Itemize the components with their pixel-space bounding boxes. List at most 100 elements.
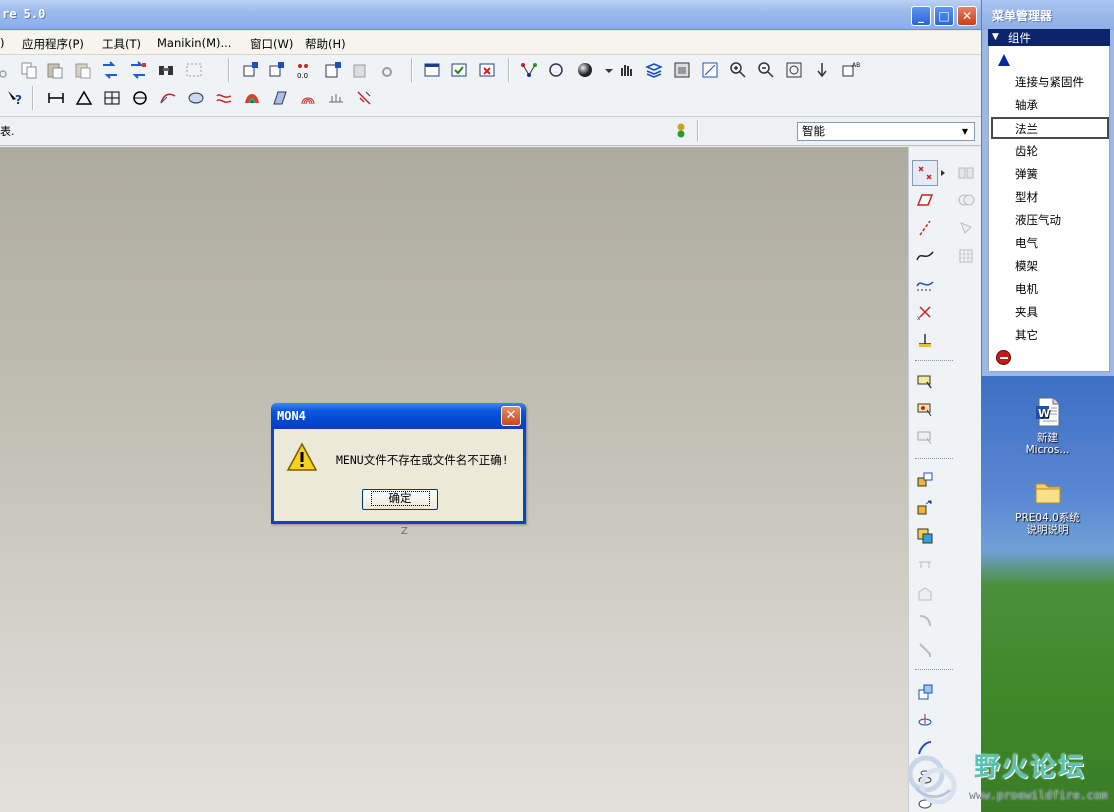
dihedral-analysis-icon[interactable] [325,87,347,109]
round-icon[interactable] [912,609,938,635]
paste-special-icon[interactable] [72,59,94,81]
revolve-icon[interactable] [912,707,938,733]
saved-views-icon[interactable]: AB [839,59,861,81]
activate-window-icon[interactable] [448,59,470,81]
menu-item-fixtures[interactable]: 夹具 [1015,304,1038,320]
view-manager-icon[interactable] [671,59,693,81]
datum-point-display-icon[interactable]: 0.0 [293,59,315,81]
dialog-title-bar[interactable]: MON4 ✕ [271,403,526,429]
menu-item-electrical[interactable]: 电气 [1015,235,1038,251]
menu-item-bearings[interactable]: 轴承 [1015,97,1038,113]
regen-manager-icon[interactable] [127,59,149,81]
menu-item-springs[interactable]: 弹簧 [1015,166,1038,182]
menu-item-tools[interactable]: 工具(T) [102,36,141,52]
chevron-down-icon[interactable]: ▼ [958,124,972,139]
sketch-view-icon[interactable] [699,59,721,81]
menu-item-manikin[interactable]: Manikin(M)... [157,36,231,50]
done-return-icon[interactable] [996,350,1011,365]
assemble-icon[interactable] [912,467,938,493]
menu-item-motors[interactable]: 电机 [1015,281,1038,297]
desktop-icon-folder[interactable]: PRE04.0系统 说明说明 [981,476,1114,536]
context-help-icon[interactable]: ? [4,87,26,109]
menu-item-window[interactable]: 窗口(W) [250,36,293,52]
menu-item-mold-base[interactable]: 模架 [1015,258,1038,274]
draft-analysis-icon[interactable] [269,87,291,109]
extrude-icon[interactable] [912,679,938,705]
menu-item-partial[interactable]: ) [0,36,5,50]
regenerate-icon[interactable] [99,59,121,81]
merge-icon[interactable] [953,187,979,213]
minimize-button[interactable]: _ [911,6,931,26]
up-level-icon[interactable] [997,53,1011,67]
menu-item-hydraulic[interactable]: 液压气动 [1015,212,1061,228]
desktop-icon-word-doc[interactable]: W 新建 Micros... [981,396,1114,456]
chamfer-icon[interactable] [912,637,938,663]
menu-item-other[interactable]: 其它 [1015,327,1038,343]
datum-plane-display-icon[interactable] [240,59,262,81]
datum-csys-icon[interactable] [912,327,938,353]
measure-area-icon[interactable] [73,87,95,109]
find-icon[interactable] [155,59,177,81]
hole-icon[interactable] [912,553,938,579]
clearance-icon[interactable] [129,87,151,109]
copy-icon[interactable] [18,59,40,81]
ok-button[interactable]: 确定 [362,489,438,510]
feature-analysis-icon[interactable] [353,87,375,109]
measure-distance-icon[interactable] [45,87,67,109]
reflection-analysis-icon[interactable] [297,87,319,109]
expand-arrow-icon[interactable] [936,160,950,186]
datum-axis-display-icon[interactable] [266,59,288,81]
datum-plane-icon[interactable] [912,187,938,213]
package-component-icon[interactable] [912,425,938,451]
datum-curve-icon[interactable] [912,271,938,297]
spin-center-icon[interactable] [378,59,400,81]
menu-manager-header[interactable]: ▼ 组件 [988,29,1110,46]
menu-item-applications[interactable]: 应用程序(P) [22,36,84,52]
repeat-component-icon[interactable] [912,523,938,549]
model-analysis-icon[interactable] [101,87,123,109]
new-window-icon[interactable] [421,59,443,81]
section-analysis-icon[interactable] [185,87,207,109]
close-window-icon[interactable] [476,59,498,81]
trim-icon[interactable] [953,215,979,241]
mirror-icon[interactable] [953,160,979,186]
offset-analysis-icon[interactable] [213,87,235,109]
csys-display-icon[interactable] [322,59,344,81]
create-new-part-icon[interactable] [912,495,938,521]
annotation-display-icon[interactable] [350,59,372,81]
shaded-curvature-icon[interactable] [241,87,263,109]
shell-icon[interactable] [912,581,938,607]
layers-icon[interactable] [643,59,665,81]
close-button[interactable]: ✕ [957,6,977,26]
watermark-url: www.proewildfire.com [969,788,1108,802]
menu-item-gears[interactable]: 齿轮 [1015,143,1038,159]
reorient-icon[interactable] [811,59,833,81]
selection-filter-select[interactable]: 智能 ▼ [797,122,975,141]
paste-icon[interactable] [44,59,66,81]
sketch-curve-icon[interactable] [912,243,938,269]
refit-icon[interactable] [783,59,805,81]
dialog-close-button[interactable]: ✕ [501,406,521,426]
datum-point-icon[interactable]: x [912,299,938,325]
cut-icon[interactable] [0,59,14,81]
create-component-icon[interactable] [912,397,938,423]
insert-component-icon[interactable] [912,369,938,395]
pan-hand-icon[interactable] [615,59,637,81]
zoom-in-icon[interactable] [727,59,749,81]
datum-axis-icon[interactable] [912,215,938,241]
maximize-button[interactable]: □ [934,6,954,26]
select-box-icon[interactable] [183,59,205,81]
menu-item-help[interactable]: 帮助(H) [305,36,346,52]
curvature-icon[interactable] [157,87,179,109]
menu-manager-title-bar[interactable]: 菜单管理器 [982,0,1114,30]
model-tree-filter-icon[interactable] [545,59,567,81]
title-bar[interactable]: re 5.0 _ □ ✕ [0,0,981,30]
menu-item-profiles[interactable]: 型材 [1015,189,1038,205]
datum-display-icon[interactable] [912,160,938,186]
zoom-out-icon[interactable] [755,59,777,81]
pattern-icon[interactable] [953,243,979,269]
network-icon[interactable] [518,59,540,81]
menu-item-flanges[interactable]: 法兰 [991,117,1109,139]
menu-item-fasteners[interactable]: 连接与紧固件 [1015,74,1084,90]
shading-icon[interactable] [574,59,596,81]
